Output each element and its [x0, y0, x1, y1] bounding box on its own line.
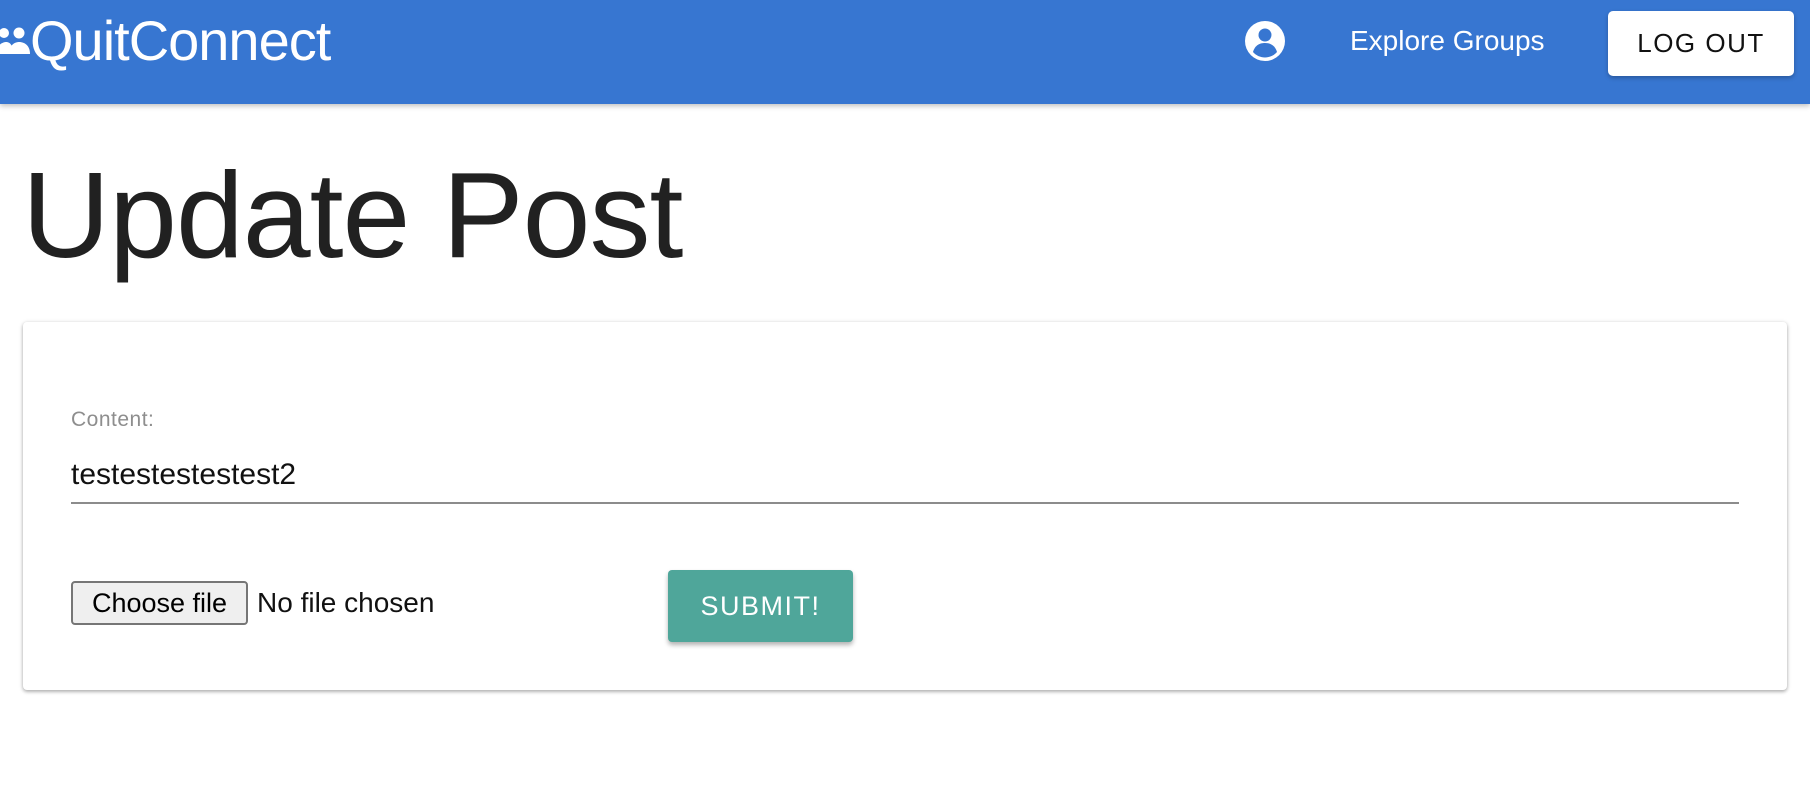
content-label: Content:: [71, 408, 155, 431]
content-input[interactable]: [71, 448, 1739, 504]
submit-button[interactable]: SUBMIT!: [668, 570, 853, 642]
file-input: Choose file No file chosen: [71, 581, 434, 625]
file-status-text: No file chosen: [257, 587, 435, 618]
explore-groups-link[interactable]: Explore Groups: [1350, 20, 1545, 62]
page-title: Update Post: [22, 147, 683, 283]
account-circle-icon[interactable]: [1244, 20, 1286, 62]
logout-button[interactable]: LOG OUT: [1608, 11, 1794, 76]
update-post-form: Content: Choose file No file chosen SUBM…: [23, 322, 1787, 690]
choose-file-button[interactable]: Choose file: [71, 581, 248, 625]
brand[interactable]: QuitConnect: [0, 8, 331, 74]
brand-name: QuitConnect: [30, 9, 331, 72]
group-icon: [0, 27, 30, 54]
app-bar: QuitConnect Explore Groups LOG OUT: [0, 0, 1810, 104]
